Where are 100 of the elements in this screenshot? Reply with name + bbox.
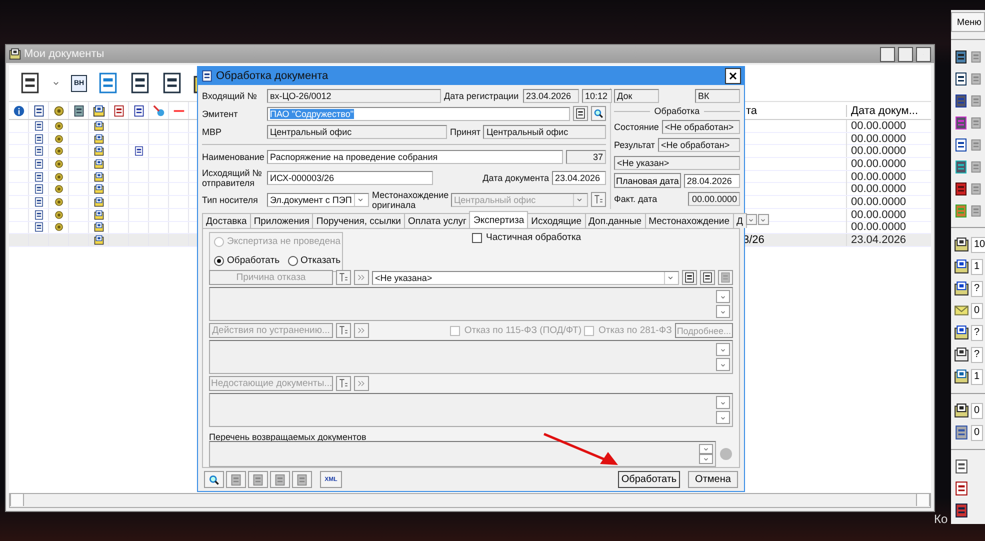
- field-label: МВР: [202, 126, 223, 137]
- tab[interactable]: Оплата услуг: [404, 213, 470, 228]
- process-button[interactable]: Обработать: [618, 471, 680, 488]
- text-area[interactable]: [209, 441, 716, 468]
- tab-right-button[interactable]: [758, 214, 769, 226]
- document-icon: [970, 182, 982, 194]
- tab[interactable]: Местонахождение: [644, 213, 734, 228]
- document-icon: [252, 474, 264, 486]
- date-field[interactable]: 28.04.2026: [684, 174, 740, 188]
- new-document-icon: [19, 72, 41, 94]
- scroll-down-button[interactable]: [699, 454, 713, 464]
- pin-icon: [152, 104, 164, 116]
- scroll-down-button[interactable]: [716, 411, 730, 424]
- toolbar-button[interactable]: [248, 471, 268, 488]
- tab[interactable]: Поручения, ссылки: [312, 213, 405, 228]
- tray-icon: [954, 325, 969, 340]
- field-label: Перечень возвращаемых документов: [209, 432, 368, 442]
- column-header: та: [745, 104, 758, 116]
- format-button[interactable]: [336, 323, 351, 338]
- format-button[interactable]: [591, 192, 606, 208]
- close-button[interactable]: [725, 68, 741, 84]
- document-icon: [970, 72, 982, 84]
- date-field[interactable]: 23.04.2026: [523, 88, 579, 103]
- copy-button[interactable]: [700, 270, 715, 286]
- copy-button[interactable]: [573, 106, 588, 122]
- coin-icon: [54, 146, 64, 156]
- carrier-dropdown[interactable]: Эл.документ с ПЭП: [267, 192, 369, 207]
- menu-button[interactable]: Меню: [951, 12, 985, 32]
- incoming-number-field[interactable]: вх-ЦО-26/0012: [267, 88, 441, 103]
- table-cell: 23.04.2026: [846, 234, 931, 246]
- document-icon: [201, 70, 213, 82]
- name-field[interactable]: Распоряжение на проведение собрания: [267, 150, 563, 164]
- scroll-up-button[interactable]: [716, 396, 730, 410]
- maximize-button[interactable]: [898, 46, 913, 62]
- tray-in-icon: [954, 259, 969, 274]
- tab[interactable]: Исходящие: [527, 213, 586, 228]
- field-label: Результат: [614, 140, 655, 150]
- scroll-down-button[interactable]: [716, 358, 730, 372]
- counter: 10: [971, 236, 985, 252]
- scroll-down-button[interactable]: [716, 305, 730, 318]
- copy-icon: [702, 272, 713, 284]
- expand-button[interactable]: [354, 270, 369, 286]
- date-field[interactable]: 23.04.2026: [552, 170, 606, 184]
- toolbar-button[interactable]: [226, 471, 246, 488]
- dialog-title: Обработка документа: [216, 70, 330, 82]
- scroll-up-button[interactable]: [716, 343, 730, 356]
- tab[interactable]: Экспертиза: [469, 211, 528, 228]
- date-field[interactable]: 00.00.0000: [688, 192, 740, 206]
- cancel-button[interactable]: Отмена: [688, 471, 738, 488]
- table-cell: 00.00.0000: [846, 158, 931, 170]
- toolbar-button[interactable]: [292, 471, 312, 488]
- text-format-icon: [338, 378, 349, 390]
- minimize-button[interactable]: [880, 46, 895, 62]
- document-icon: [296, 474, 308, 486]
- toolbar-button[interactable]: [204, 471, 224, 488]
- close-icon: [729, 72, 737, 80]
- text-area[interactable]: [209, 393, 733, 428]
- time-field[interactable]: 10:12: [582, 88, 612, 103]
- tab[interactable]: Д: [732, 213, 747, 228]
- format-button[interactable]: [336, 270, 351, 286]
- radio-button[interactable]: Обработать: [214, 255, 280, 266]
- radio-button[interactable]: Отказать: [288, 255, 341, 266]
- expand-button[interactable]: [354, 376, 369, 392]
- tray-icon: [954, 403, 969, 418]
- table-cell: 00.00.0000: [846, 208, 931, 221]
- text-area[interactable]: [209, 340, 733, 374]
- planned-date-button[interactable]: Плановая дата: [614, 173, 681, 188]
- field-label: Принят: [450, 126, 480, 137]
- field-label: Дата документа: [482, 172, 549, 182]
- documents-icon: [954, 138, 968, 152]
- tab-left-button[interactable]: [746, 214, 757, 226]
- tab[interactable]: Доставка: [202, 213, 251, 228]
- scroll-up-button[interactable]: [716, 290, 730, 304]
- text-area[interactable]: [209, 287, 733, 322]
- horizontal-scrollbar[interactable]: [9, 493, 931, 508]
- tab[interactable]: Приложения: [250, 213, 314, 228]
- document-icon: [32, 104, 44, 116]
- checkbox[interactable]: Частичная обработка: [472, 232, 582, 244]
- table-cell: 00.00.0000: [846, 183, 931, 196]
- result-field: <Не обработан>: [658, 138, 740, 152]
- close-button[interactable]: [916, 46, 931, 62]
- table-cell: 00.00.0000: [846, 120, 931, 132]
- counter: ?: [971, 280, 983, 296]
- tab[interactable]: Доп.данные: [584, 213, 646, 228]
- state-field: <Не обработан>: [662, 120, 740, 134]
- accepted-field[interactable]: Центральный офис: [483, 124, 606, 139]
- expand-button[interactable]: [354, 323, 369, 338]
- clear-button[interactable]: [682, 270, 697, 286]
- info-icon: [12, 104, 24, 116]
- outgoing-number-field[interactable]: ИСХ-000003/26: [267, 170, 433, 184]
- search-button[interactable]: [591, 106, 606, 122]
- counter: ?: [971, 346, 983, 362]
- scroll-up-button[interactable]: [699, 444, 713, 454]
- toolbar-button[interactable]: [270, 471, 290, 488]
- coin-icon: [54, 196, 64, 207]
- document-icon: [970, 204, 982, 216]
- format-button[interactable]: [336, 376, 351, 392]
- counter: 0: [971, 402, 983, 418]
- mvr-field[interactable]: Центральный офис: [267, 124, 447, 139]
- coin-icon: [54, 134, 64, 144]
